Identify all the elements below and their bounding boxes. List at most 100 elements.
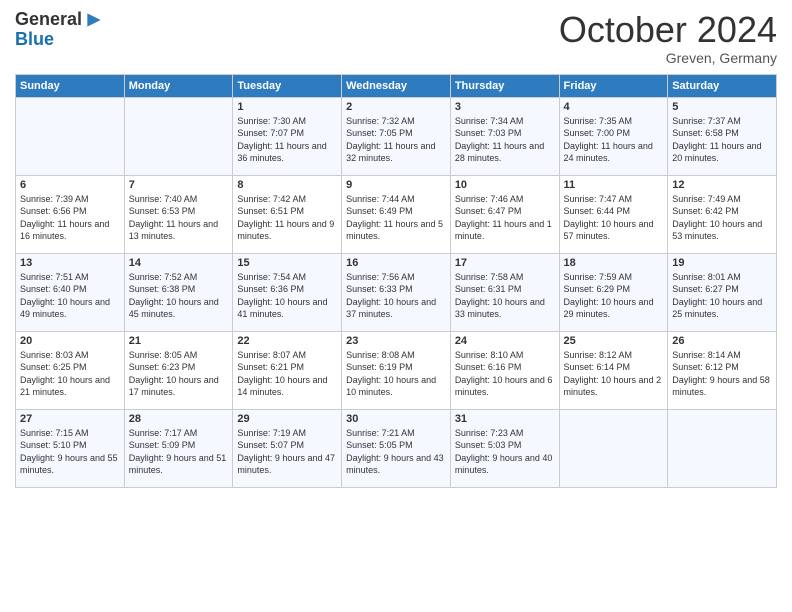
logo: General Blue (15, 10, 104, 50)
day-info: Sunrise: 8:05 AMSunset: 6:23 PMDaylight:… (129, 349, 229, 399)
day-number: 11 (564, 179, 664, 191)
table-row: 28 Sunrise: 7:17 AMSunset: 5:09 PMDaylig… (124, 409, 233, 487)
table-row: 10 Sunrise: 7:46 AMSunset: 6:47 PMDaylig… (450, 175, 559, 253)
day-info: Sunrise: 8:01 AMSunset: 6:27 PMDaylight:… (672, 271, 772, 321)
calendar-week-row: 6 Sunrise: 7:39 AMSunset: 6:56 PMDayligh… (16, 175, 777, 253)
day-number: 14 (129, 257, 229, 269)
month-title: October 2024 (559, 10, 777, 50)
day-number: 31 (455, 413, 555, 425)
day-number: 3 (455, 101, 555, 113)
table-row (668, 409, 777, 487)
day-info: Sunrise: 7:49 AMSunset: 6:42 PMDaylight:… (672, 193, 772, 243)
table-row: 20 Sunrise: 8:03 AMSunset: 6:25 PMDaylig… (16, 331, 125, 409)
table-row (559, 409, 668, 487)
day-number: 25 (564, 335, 664, 347)
day-number: 8 (237, 179, 337, 191)
calendar-header-row: Sunday Monday Tuesday Wednesday Thursday… (16, 74, 777, 97)
table-row: 4 Sunrise: 7:35 AMSunset: 7:00 PMDayligh… (559, 97, 668, 175)
logo-general-text: General (15, 10, 82, 30)
day-number: 27 (20, 413, 120, 425)
day-info: Sunrise: 7:35 AMSunset: 7:00 PMDaylight:… (564, 115, 664, 165)
day-info: Sunrise: 7:40 AMSunset: 6:53 PMDaylight:… (129, 193, 229, 243)
day-info: Sunrise: 7:15 AMSunset: 5:10 PMDaylight:… (20, 427, 120, 477)
day-info: Sunrise: 7:59 AMSunset: 6:29 PMDaylight:… (564, 271, 664, 321)
table-row: 8 Sunrise: 7:42 AMSunset: 6:51 PMDayligh… (233, 175, 342, 253)
table-row: 11 Sunrise: 7:47 AMSunset: 6:44 PMDaylig… (559, 175, 668, 253)
day-number: 26 (672, 335, 772, 347)
day-info: Sunrise: 7:19 AMSunset: 5:07 PMDaylight:… (237, 427, 337, 477)
table-row: 27 Sunrise: 7:15 AMSunset: 5:10 PMDaylig… (16, 409, 125, 487)
day-info: Sunrise: 8:10 AMSunset: 6:16 PMDaylight:… (455, 349, 555, 399)
table-row: 14 Sunrise: 7:52 AMSunset: 6:38 PMDaylig… (124, 253, 233, 331)
day-info: Sunrise: 7:37 AMSunset: 6:58 PMDaylight:… (672, 115, 772, 165)
day-info: Sunrise: 7:44 AMSunset: 6:49 PMDaylight:… (346, 193, 446, 243)
table-row: 5 Sunrise: 7:37 AMSunset: 6:58 PMDayligh… (668, 97, 777, 175)
day-info: Sunrise: 8:07 AMSunset: 6:21 PMDaylight:… (237, 349, 337, 399)
table-row: 9 Sunrise: 7:44 AMSunset: 6:49 PMDayligh… (342, 175, 451, 253)
day-info: Sunrise: 7:46 AMSunset: 6:47 PMDaylight:… (455, 193, 555, 243)
day-number: 18 (564, 257, 664, 269)
table-row: 2 Sunrise: 7:32 AMSunset: 7:05 PMDayligh… (342, 97, 451, 175)
page-header: General Blue October 2024 Greven, German… (15, 10, 777, 66)
col-sunday: Sunday (16, 74, 125, 97)
col-monday: Monday (124, 74, 233, 97)
table-row: 23 Sunrise: 8:08 AMSunset: 6:19 PMDaylig… (342, 331, 451, 409)
day-info: Sunrise: 7:56 AMSunset: 6:33 PMDaylight:… (346, 271, 446, 321)
day-number: 13 (20, 257, 120, 269)
day-number: 23 (346, 335, 446, 347)
table-row: 3 Sunrise: 7:34 AMSunset: 7:03 PMDayligh… (450, 97, 559, 175)
day-number: 12 (672, 179, 772, 191)
day-info: Sunrise: 7:23 AMSunset: 5:03 PMDaylight:… (455, 427, 555, 477)
day-number: 7 (129, 179, 229, 191)
day-info: Sunrise: 7:42 AMSunset: 6:51 PMDaylight:… (237, 193, 337, 243)
table-row: 18 Sunrise: 7:59 AMSunset: 6:29 PMDaylig… (559, 253, 668, 331)
day-number: 16 (346, 257, 446, 269)
col-thursday: Thursday (450, 74, 559, 97)
day-info: Sunrise: 8:03 AMSunset: 6:25 PMDaylight:… (20, 349, 120, 399)
calendar-table: Sunday Monday Tuesday Wednesday Thursday… (15, 74, 777, 488)
day-number: 15 (237, 257, 337, 269)
day-number: 5 (672, 101, 772, 113)
table-row: 12 Sunrise: 7:49 AMSunset: 6:42 PMDaylig… (668, 175, 777, 253)
day-number: 9 (346, 179, 446, 191)
day-number: 29 (237, 413, 337, 425)
col-tuesday: Tuesday (233, 74, 342, 97)
table-row: 26 Sunrise: 8:14 AMSunset: 6:12 PMDaylig… (668, 331, 777, 409)
col-friday: Friday (559, 74, 668, 97)
day-info: Sunrise: 8:14 AMSunset: 6:12 PMDaylight:… (672, 349, 772, 399)
day-number: 20 (20, 335, 120, 347)
day-info: Sunrise: 7:52 AMSunset: 6:38 PMDaylight:… (129, 271, 229, 321)
table-row: 29 Sunrise: 7:19 AMSunset: 5:07 PMDaylig… (233, 409, 342, 487)
logo-icon (84, 10, 104, 30)
table-row: 17 Sunrise: 7:58 AMSunset: 6:31 PMDaylig… (450, 253, 559, 331)
day-number: 4 (564, 101, 664, 113)
day-number: 24 (455, 335, 555, 347)
day-number: 2 (346, 101, 446, 113)
table-row: 15 Sunrise: 7:54 AMSunset: 6:36 PMDaylig… (233, 253, 342, 331)
day-number: 17 (455, 257, 555, 269)
day-number: 10 (455, 179, 555, 191)
table-row: 31 Sunrise: 7:23 AMSunset: 5:03 PMDaylig… (450, 409, 559, 487)
day-info: Sunrise: 7:39 AMSunset: 6:56 PMDaylight:… (20, 193, 120, 243)
col-wednesday: Wednesday (342, 74, 451, 97)
table-row: 16 Sunrise: 7:56 AMSunset: 6:33 PMDaylig… (342, 253, 451, 331)
day-number: 19 (672, 257, 772, 269)
col-saturday: Saturday (668, 74, 777, 97)
day-info: Sunrise: 7:47 AMSunset: 6:44 PMDaylight:… (564, 193, 664, 243)
day-info: Sunrise: 7:17 AMSunset: 5:09 PMDaylight:… (129, 427, 229, 477)
calendar-week-row: 27 Sunrise: 7:15 AMSunset: 5:10 PMDaylig… (16, 409, 777, 487)
table-row: 24 Sunrise: 8:10 AMSunset: 6:16 PMDaylig… (450, 331, 559, 409)
calendar-week-row: 1 Sunrise: 7:30 AMSunset: 7:07 PMDayligh… (16, 97, 777, 175)
table-row: 19 Sunrise: 8:01 AMSunset: 6:27 PMDaylig… (668, 253, 777, 331)
day-number: 6 (20, 179, 120, 191)
day-number: 30 (346, 413, 446, 425)
day-info: Sunrise: 7:34 AMSunset: 7:03 PMDaylight:… (455, 115, 555, 165)
table-row: 21 Sunrise: 8:05 AMSunset: 6:23 PMDaylig… (124, 331, 233, 409)
table-row: 1 Sunrise: 7:30 AMSunset: 7:07 PMDayligh… (233, 97, 342, 175)
table-row: 6 Sunrise: 7:39 AMSunset: 6:56 PMDayligh… (16, 175, 125, 253)
table-row: 7 Sunrise: 7:40 AMSunset: 6:53 PMDayligh… (124, 175, 233, 253)
calendar-week-row: 13 Sunrise: 7:51 AMSunset: 6:40 PMDaylig… (16, 253, 777, 331)
day-info: Sunrise: 8:12 AMSunset: 6:14 PMDaylight:… (564, 349, 664, 399)
table-row: 30 Sunrise: 7:21 AMSunset: 5:05 PMDaylig… (342, 409, 451, 487)
location-subtitle: Greven, Germany (559, 50, 777, 66)
